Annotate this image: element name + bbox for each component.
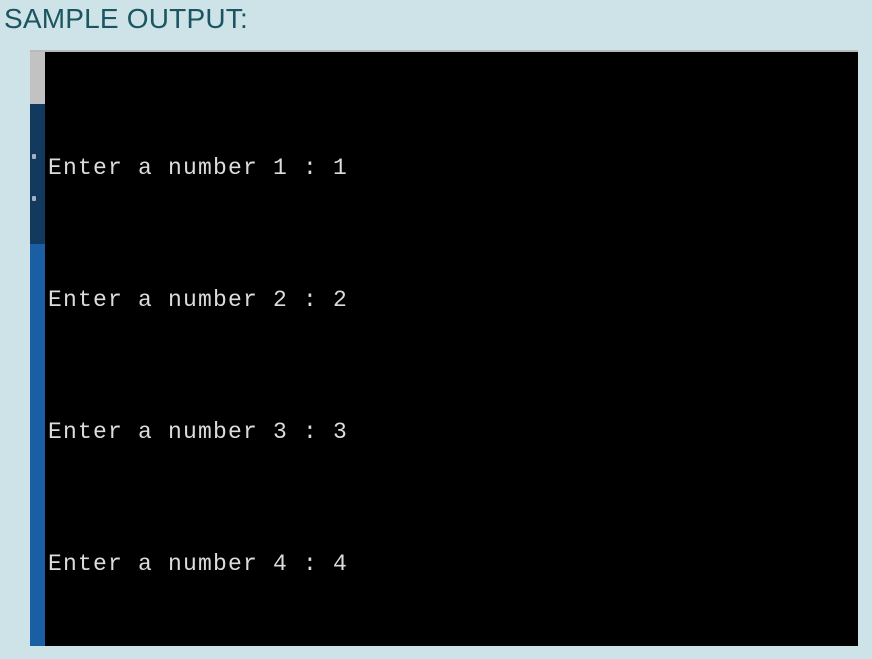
scrollbar-tick-icon — [32, 154, 36, 159]
console-line: Enter a number 4 : 4 — [48, 551, 349, 577]
console-output: Enter a number 1 : 1 Enter a number 2 : … — [45, 52, 858, 646]
console-window: Enter a number 1 : 1 Enter a number 2 : … — [30, 50, 858, 646]
page-title: SAMPLE OUTPUT: — [4, 3, 248, 34]
scrollbar-track-dark[interactable] — [30, 104, 45, 244]
console-line: Enter a number 3 : 3 — [48, 419, 349, 445]
scrollbar-track-highlight[interactable] — [30, 244, 45, 646]
console-line: Enter a number 2 : 2 — [48, 287, 349, 313]
scrollbar-thumb[interactable] — [30, 52, 45, 104]
console-line: Enter a number 1 : 1 — [48, 155, 349, 181]
scrollbar-tick-icon — [32, 196, 36, 201]
console-scrollbar[interactable] — [30, 52, 45, 646]
